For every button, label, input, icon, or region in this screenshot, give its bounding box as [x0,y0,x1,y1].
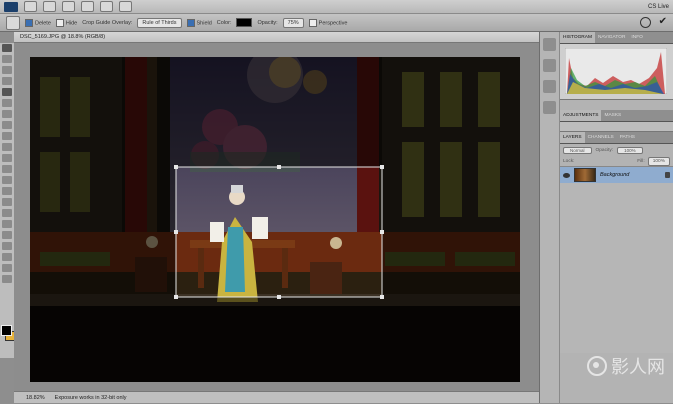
zoom-level-icon[interactable] [62,1,75,12]
delete-radio[interactable] [25,18,33,27]
pen-tool-icon[interactable] [2,198,12,206]
layer-row-background[interactable]: Background [560,167,673,183]
histogram-graph [565,48,667,94]
stage-photo-image [30,57,520,382]
type-tool-icon[interactable] [2,209,12,217]
hide-radio[interactable] [55,18,64,27]
marquee-tool-icon[interactable] [2,55,12,63]
cs-live-button[interactable]: CS Live [648,4,669,10]
shield-checkbox[interactable] [186,18,195,27]
tab-masks[interactable]: MASKS [601,110,624,121]
gradient-tool-icon[interactable] [2,165,12,173]
options-bar: Delete Hide Crop Guide Overlay: Rule of … [0,14,673,32]
fill-field[interactable]: 100% [647,156,670,166]
layer-thumbnail [574,168,596,182]
hand-tool-icon[interactable] [2,264,12,272]
adjustments-panel-body [560,122,673,132]
opacity-label: Opacity: [257,19,278,26]
panel-dock-strip [539,32,560,403]
visibility-eye-icon[interactable] [563,172,570,178]
fill-label: Fill: [637,158,645,164]
layer-opacity-label: Opacity: [595,147,614,153]
commit-crop-icon[interactable]: ✔ [659,17,667,28]
watermark-text: 影人网 [611,357,665,378]
application-bar: CS Live [0,0,673,14]
tab-layers[interactable]: LAYERS [560,132,585,143]
zoom-readout[interactable]: 18.82% [26,392,45,403]
brush-panel-icon[interactable] [543,59,556,72]
tab-paths[interactable]: PATHS [617,132,638,143]
adjustments-panel-tabs: ADJUSTMENTS MASKS [560,110,673,122]
foreground-color-swatch[interactable] [1,325,12,336]
shape-tool-icon[interactable] [2,231,12,239]
watermark-logo-icon [587,356,607,376]
crop-guide-select[interactable]: Rule of Thirds [137,17,182,28]
tab-navigator[interactable]: NAVIGATOR [595,32,628,43]
status-info[interactable]: Exposure works in 32-bit only [55,392,127,403]
history-brush-tool-icon[interactable] [2,143,12,151]
shield-option[interactable]: Shield [186,18,212,27]
lasso-tool-icon[interactable] [2,66,12,74]
zoom-tool-icon[interactable] [2,275,12,283]
path-selection-tool-icon[interactable] [2,220,12,228]
lock-label: Lock: [563,158,575,164]
bridge-icon[interactable] [24,1,37,12]
blur-tool-icon[interactable] [2,176,12,184]
screen-mode-icon[interactable] [119,1,132,12]
histogram-display [560,44,673,100]
blend-mode-select[interactable]: Normal [563,146,592,154]
eraser-tool-icon[interactable] [2,154,12,162]
tools-panel [0,43,15,358]
brush-tool-icon[interactable] [2,121,12,129]
quick-selection-tool-icon[interactable] [2,77,12,85]
opacity-field[interactable]: 75% [282,17,304,28]
arrange-documents-icon[interactable] [100,1,113,12]
color-label: Color: [216,19,232,26]
perspective-checkbox[interactable] [308,18,317,27]
tab-histogram[interactable]: HISTOGRAM [560,32,595,43]
cancel-crop-icon[interactable] [639,17,651,28]
layers-lock-row: Lock: Fill: 100% [560,156,673,167]
right-panels: HISTOGRAM NAVIGATOR INFO ADJUSTMENTS MAS… [560,32,673,403]
history-panel-icon[interactable] [543,101,556,114]
3d-rotate-tool-icon[interactable] [2,242,12,250]
layers-blend-row: Normal Opacity: 100% [560,144,673,156]
document-canvas-area [14,43,539,391]
tab-adjustments[interactable]: ADJUSTMENTS [560,110,602,121]
dodge-tool-icon[interactable] [2,187,12,195]
crop-guide-label: Crop Guide Overlay: [82,19,133,26]
shield-color-swatch[interactable] [236,18,253,27]
spot-healing-tool-icon[interactable] [2,110,12,118]
move-tool-icon[interactable] [2,44,12,52]
tab-channels[interactable]: CHANNELS [585,132,617,143]
layers-panel-tabs: LAYERS CHANNELS PATHS [560,132,673,144]
watermark: 影人网 [587,353,665,379]
crop-tool-icon[interactable] [2,88,12,96]
perspective-option[interactable]: Perspective [308,18,347,27]
layer-opacity-field[interactable]: 100% [617,146,643,154]
status-bar: 18.82% Exposure works in 32-bit only [14,391,539,403]
clone-source-panel-icon[interactable] [543,80,556,93]
hand-tool-icon[interactable] [81,1,94,12]
lock-icon [665,172,670,178]
tab-info[interactable]: INFO [628,32,645,43]
histogram-panel-tabs: HISTOGRAM NAVIGATOR INFO [560,32,673,44]
3d-orbit-tool-icon[interactable] [2,253,12,261]
delete-cropped-option[interactable]: Delete [25,18,51,27]
layer-name: Background [600,172,630,178]
eyedropper-tool-icon[interactable] [2,99,12,107]
clone-stamp-tool-icon[interactable] [2,132,12,140]
document-photo[interactable] [30,57,520,382]
layers-list-empty [560,183,673,353]
crop-tool-icon[interactable] [6,15,20,30]
photoshop-logo-icon [4,1,18,12]
mini-bridge-panel-icon[interactable] [543,38,556,51]
hide-cropped-option[interactable]: Hide [55,18,77,27]
document-tab[interactable]: DSC_5169.JPG @ 18.8% (RGB/8) [14,32,539,43]
mini-bridge-icon[interactable] [43,1,56,12]
